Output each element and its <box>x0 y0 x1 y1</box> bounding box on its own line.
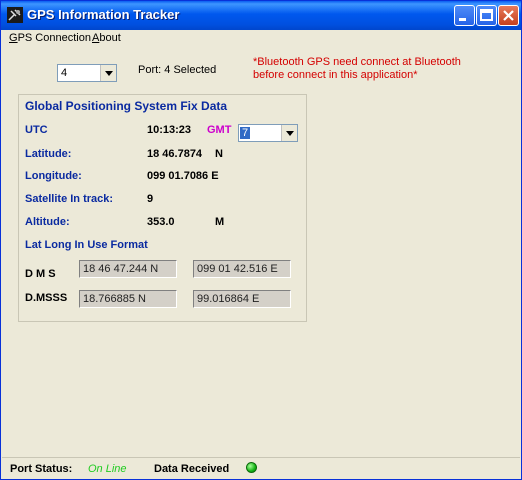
dmsss-label: D.MSSS <box>25 292 68 304</box>
gmt-label: GMT <box>207 124 232 136</box>
port-select-value: 4 <box>61 67 68 79</box>
port-status-value: On Line <box>88 463 127 475</box>
altitude-unit: M <box>215 216 225 228</box>
menu-about[interactable]: About <box>92 32 121 44</box>
longitude-value: 099 01.7086 E <box>147 170 219 182</box>
app-window: GPS Information Tracker GPS Connection A… <box>0 0 522 480</box>
dms-latitude-field[interactable]: 18 46 47.244 N <box>79 260 177 278</box>
satellite-value: 9 <box>147 193 154 205</box>
utc-label: UTC <box>25 124 48 136</box>
dmsss-longitude-field[interactable]: 99.016864 E <box>193 290 291 308</box>
window-title: GPS Information Tracker <box>27 7 180 22</box>
data-received-led-icon <box>246 462 257 473</box>
dms-label: D M S <box>25 268 56 280</box>
close-icon <box>503 10 514 21</box>
status-bar <box>2 457 520 480</box>
group-title: Global Positioning System Fix Data <box>25 99 228 113</box>
title-bar[interactable]: GPS Information Tracker <box>1 1 521 30</box>
port-status-label: Port Status: <box>10 463 73 475</box>
menu-gps-connection[interactable]: GPS Connection <box>9 32 91 44</box>
chevron-down-icon[interactable] <box>100 65 116 81</box>
altitude-value: 353.0 <box>147 216 175 228</box>
bluetooth-notice: *Bluetooth GPS need connect at Bluetooth… <box>253 56 461 81</box>
gmt-offset-select[interactable]: 7 <box>238 124 298 142</box>
menu-about-label: bout <box>99 32 121 44</box>
utc-value: 10:13:23 <box>147 124 192 136</box>
port-select[interactable]: 4 <box>57 64 117 82</box>
latitude-label: Latitude: <box>25 148 72 160</box>
minimize-button[interactable] <box>454 5 475 26</box>
latitude-hemisphere: N <box>215 148 223 160</box>
menu-bar: GPS Connection About <box>2 30 520 49</box>
latitude-value: 18 46.7874 <box>147 148 203 160</box>
port-status-text: Port: 4 Selected <box>138 64 217 76</box>
maximize-icon <box>480 9 493 21</box>
format-label: Lat Long In Use Format <box>25 239 148 251</box>
dms-longitude-field[interactable]: 099 01 42.516 E <box>193 260 291 278</box>
close-button[interactable] <box>498 5 519 26</box>
menu-gps-connection-mnemonic: G <box>9 32 18 44</box>
minimize-icon <box>459 18 466 21</box>
satellite-label: Satellite In track: <box>25 193 114 205</box>
gmt-offset-value: 7 <box>240 127 251 139</box>
longitude-label: Longitude: <box>25 170 82 182</box>
dmsss-latitude-field[interactable]: 18.766885 N <box>79 290 177 308</box>
data-received-label: Data Received <box>154 463 230 475</box>
satellite-app-icon <box>7 7 23 23</box>
menu-gps-connection-label: PS Connection <box>17 32 91 44</box>
maximize-button[interactable] <box>476 5 497 26</box>
altitude-label: Altitude: <box>25 216 70 228</box>
chevron-down-icon[interactable] <box>281 125 297 141</box>
